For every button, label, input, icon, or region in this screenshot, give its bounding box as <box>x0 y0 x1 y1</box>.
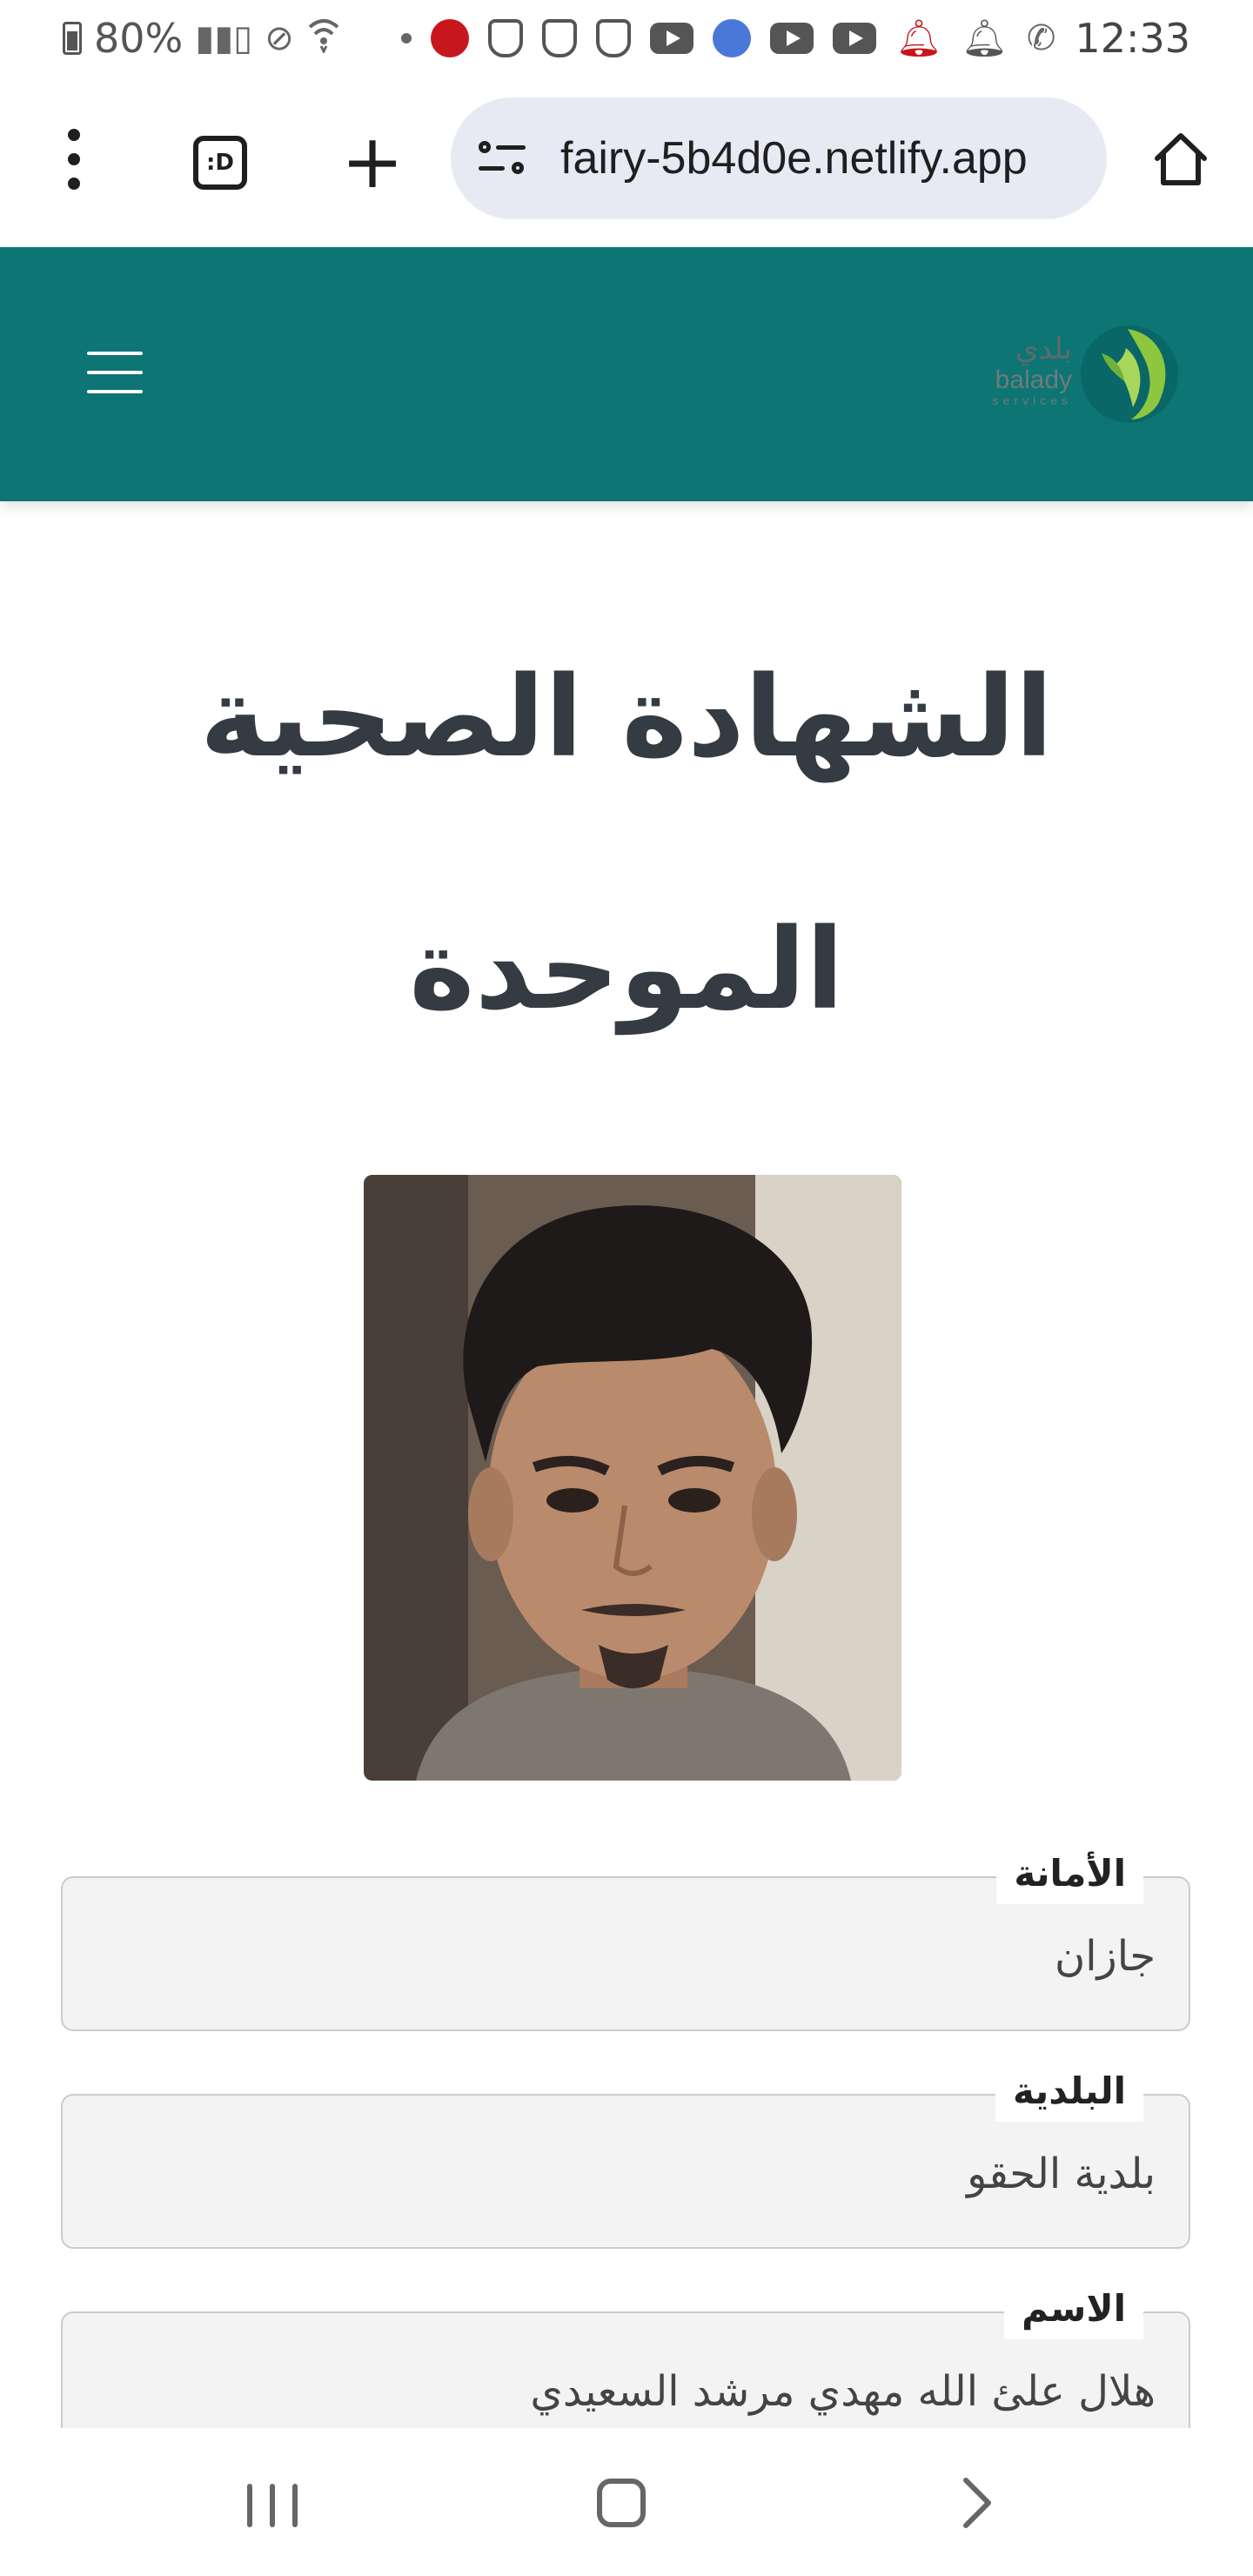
site-settings-icon[interactable] <box>477 132 529 184</box>
balady-logo[interactable]: بلدي balady services <box>959 315 1185 428</box>
tab-switcher-label: :D <box>206 150 234 176</box>
site-header: بلدي balady services <box>0 247 1253 501</box>
more-options-icon[interactable] <box>52 129 96 190</box>
bell-red-icon: 🔔︎ <box>895 17 942 59</box>
tab-switcher-button[interactable]: :D <box>193 136 247 190</box>
youtube-icon <box>650 23 694 54</box>
logo-arabic: بلدي <box>1015 332 1072 366</box>
page-content: الشهادة الصحية الموحدة الأمانة جازان الب… <box>0 501 1253 2428</box>
no-sim-icon: ⊘ <box>265 18 294 58</box>
field-value: جازان <box>1054 1932 1156 1981</box>
home-button[interactable] <box>1150 129 1211 190</box>
youtube-icon <box>770 23 814 54</box>
home-nav-button[interactable] <box>597 2479 646 2527</box>
shield-icon <box>542 19 578 57</box>
bell-icon: 🔔︎ <box>961 17 1008 59</box>
field-municipality: البلدية بلدية الحقو <box>61 2061 1190 2249</box>
recent-apps-button[interactable] <box>247 2484 298 2527</box>
shield-icon <box>596 19 632 57</box>
field-amanah: الأمانة جازان <box>61 1843 1190 2031</box>
field-name: الاسم هلال علئ الله مهدي مرشد السعيدي <box>61 2278 1190 2428</box>
palm-logo-icon <box>1081 325 1178 423</box>
status-left: 80% ▮▮▯ ⊘ <box>63 10 341 66</box>
status-right: 🔔︎ 🔔︎ ✆ 12:33 <box>401 10 1190 66</box>
field-label: الأمانة <box>996 1843 1143 1904</box>
youtube-icon <box>833 23 877 54</box>
field-label: البلدية <box>995 2061 1143 2122</box>
field-label: الاسم <box>1004 2278 1143 2339</box>
signal-icon: ▮▮▯ <box>195 18 253 58</box>
page-title: الشهادة الصحية الموحدة <box>199 653 1054 1035</box>
chevron-right-icon <box>963 2478 991 2528</box>
new-tab-button[interactable]: + <box>341 118 404 205</box>
url-text: fairy-5b4d0e.netlify.app <box>560 133 1028 184</box>
profile-photo <box>364 1175 901 1781</box>
back-button[interactable] <box>954 2475 999 2531</box>
browser-toolbar: :D + fairy-5b4d0e.netlify.app <box>0 77 1253 250</box>
system-nav-bar <box>0 2428 1253 2576</box>
field-value: بلدية الحقو <box>967 2150 1156 2198</box>
shield-icon <box>488 19 524 57</box>
whatsapp-icon: ✆ <box>1026 18 1056 58</box>
battery-icon <box>63 22 82 55</box>
hamburger-menu-icon[interactable] <box>87 352 143 393</box>
blue-app-icon <box>713 19 752 57</box>
address-bar[interactable]: fairy-5b4d0e.netlify.app <box>451 97 1107 219</box>
dot-icon <box>401 33 412 44</box>
home-icon <box>1155 133 1207 185</box>
logo-english: balady <box>995 366 1072 394</box>
battery-level: 80% <box>94 15 184 62</box>
field-value: هلال علئ الله مهدي مرشد السعيدي <box>530 2367 1156 2416</box>
logo-sub: services <box>992 393 1072 407</box>
wifi-icon <box>306 15 341 62</box>
clock: 12:33 <box>1075 15 1190 62</box>
red-app-icon <box>431 19 470 57</box>
logo-text: بلدي balady services <box>959 315 1072 407</box>
status-bar: 80% ▮▮▯ ⊘ 🔔︎ 🔔︎ ✆ 12:33 <box>0 0 1253 77</box>
